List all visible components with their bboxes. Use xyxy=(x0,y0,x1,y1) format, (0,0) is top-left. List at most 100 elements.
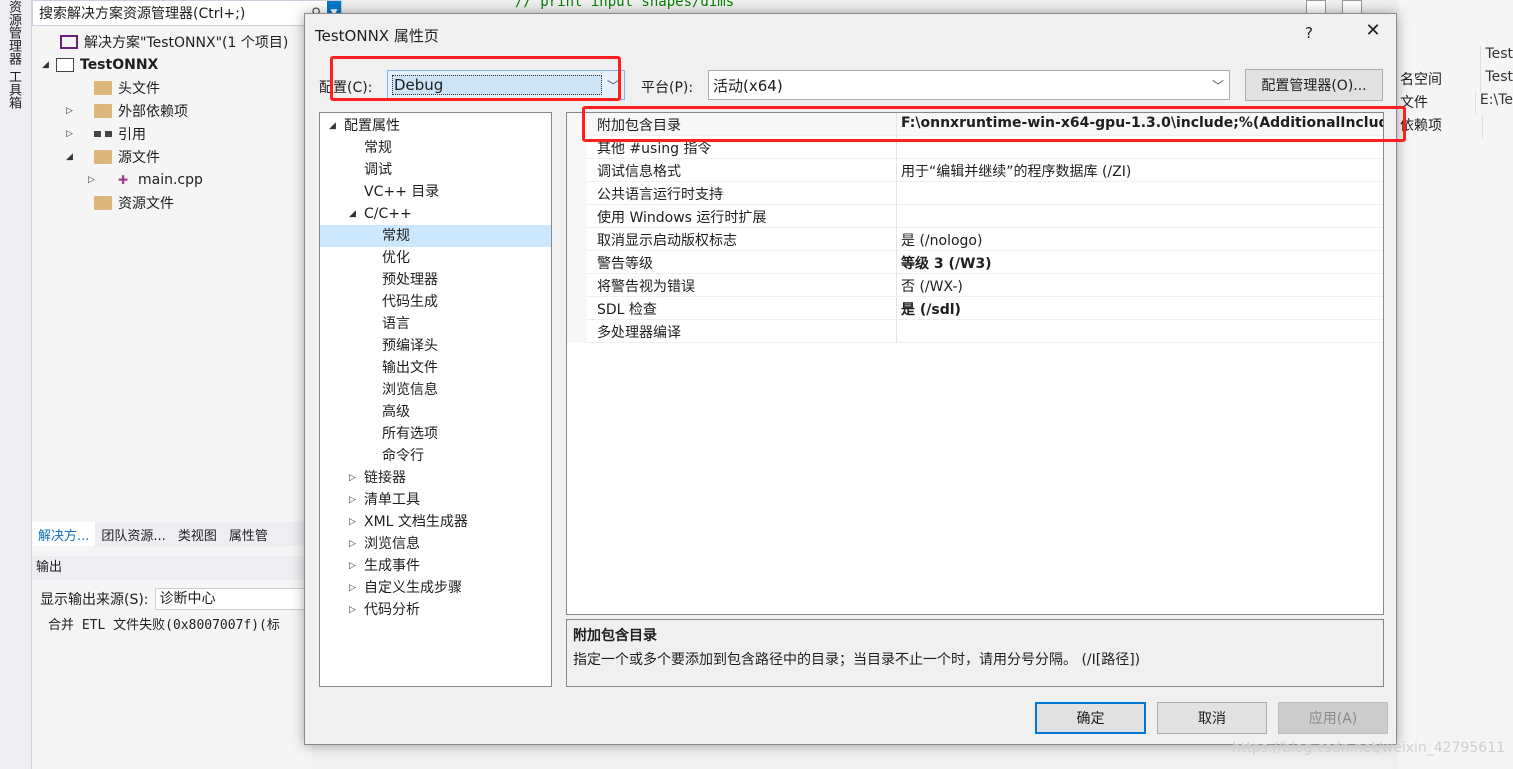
tree-node-label: 代码生成 xyxy=(382,294,438,310)
tree-node-label: 自定义生成步骤 xyxy=(364,580,462,596)
ok-button[interactable]: 确定 xyxy=(1035,702,1146,734)
tree-node[interactable]: 语言 xyxy=(320,313,551,335)
toolbar-button-icon[interactable] xyxy=(1306,0,1326,14)
tree-item-project[interactable]: ◢ TestONNX xyxy=(42,53,158,76)
tree-node[interactable]: ▷ 生成事件 xyxy=(320,555,551,577)
tab-class-view[interactable]: 类视图 xyxy=(172,522,223,546)
tab-property-manager[interactable]: 属性管 xyxy=(223,522,274,546)
tree-item-external-deps[interactable]: ▷ 外部依赖项 xyxy=(66,99,188,122)
tree-node[interactable]: 预处理器 xyxy=(320,269,551,291)
property-row[interactable]: 调试信息格式 用于“编辑并继续”的程序数据库 (/ZI) xyxy=(567,159,1383,182)
collapsed-arrow-icon[interactable]: ▷ xyxy=(66,106,94,116)
platform-select[interactable]: 活动(x64) ﹀ xyxy=(708,70,1230,100)
row-gutter xyxy=(567,274,587,297)
tree-node-label: 命令行 xyxy=(382,448,424,464)
tree-item-solution[interactable]: 解决方案"TestONNX"(1 个项目) xyxy=(46,30,288,53)
tree-node[interactable]: ▷ 浏览信息 xyxy=(320,533,551,555)
apply-button[interactable]: 应用(A) xyxy=(1278,702,1388,734)
collapsed-arrow-icon[interactable]: ▷ xyxy=(349,511,356,533)
tab-solution-explorer[interactable]: 解决方... xyxy=(32,522,96,546)
property-row[interactable]: 其他 #using 指令 xyxy=(567,136,1383,159)
collapsed-arrow-icon[interactable]: ▷ xyxy=(349,533,356,555)
toolbar-button-icon[interactable] xyxy=(1342,0,1362,14)
tree-node-label: VC++ 目录 xyxy=(364,184,440,200)
property-name: 警告等级 xyxy=(597,256,653,272)
tree-node[interactable]: 高级 xyxy=(320,401,551,423)
config-manager-button[interactable]: 配置管理器(O)... xyxy=(1245,69,1383,101)
row-gutter xyxy=(567,113,587,136)
property-row[interactable]: SDL 检查 是 (/sdl) xyxy=(567,297,1383,320)
property-value[interactable]: 是 (/sdl) xyxy=(896,297,1383,320)
tree-item-references[interactable]: ▷ 引用 xyxy=(66,122,146,145)
row-gutter xyxy=(567,159,587,182)
tree-node[interactable]: ◢ C/C++ xyxy=(320,203,551,225)
tree-node[interactable]: ▷ 代码分析 xyxy=(320,599,551,621)
tree-node[interactable]: ▷ 清单工具 xyxy=(320,489,551,511)
property-value[interactable]: 否 (/WX-) xyxy=(896,274,1383,297)
output-source-select[interactable]: 诊断中心 xyxy=(154,588,305,610)
expanded-arrow-icon[interactable]: ◢ xyxy=(329,115,336,137)
tree-item-source-files[interactable]: ◢ 源文件 xyxy=(66,145,160,168)
output-line: 合并 ETL 文件失败(0x8007007f)(标 xyxy=(48,618,280,633)
property-value[interactable]: 用于“编辑并继续”的程序数据库 (/ZI) xyxy=(896,159,1383,182)
toolbox-vtab[interactable]: 工具箱 xyxy=(4,70,23,109)
tree-node-label: 浏览信息 xyxy=(364,536,420,552)
cpp-file-icon: ✚ xyxy=(117,172,129,187)
tree-node[interactable]: 命令行 xyxy=(320,445,551,467)
property-value[interactable] xyxy=(896,136,1383,159)
help-button[interactable]: ? xyxy=(1305,24,1313,42)
collapsed-arrow-icon[interactable]: ▷ xyxy=(66,129,94,139)
property-value[interactable] xyxy=(896,205,1383,228)
expanded-arrow-icon[interactable]: ◢ xyxy=(42,60,56,70)
property-value[interactable] xyxy=(896,320,1383,343)
property-value[interactable] xyxy=(896,182,1383,205)
tree-node[interactable]: 常规 xyxy=(320,137,551,159)
tree-item-main-cpp[interactable]: ▷ ✚ main.cpp xyxy=(88,168,203,191)
property-row[interactable]: 附加包含目录 F:\onnxruntime-win-x64-gpu-1.3.0\i… xyxy=(567,113,1383,136)
collapsed-arrow-icon[interactable]: ▷ xyxy=(349,467,356,489)
config-select[interactable]: Debug ﹀ xyxy=(387,70,625,100)
tree-node[interactable]: 优化 xyxy=(320,247,551,269)
property-row[interactable]: 取消显示启动版权标志 是 (/nologo) xyxy=(567,228,1383,251)
tree-node[interactable]: ◢ 配置属性 xyxy=(320,115,551,137)
solution-search-input[interactable]: 搜索解决方案资源管理器(Ctrl+;) xyxy=(33,3,305,23)
tree-node[interactable]: 预编译头 xyxy=(320,335,551,357)
property-row[interactable]: 将警告视为错误 否 (/WX-) xyxy=(567,274,1383,297)
expanded-arrow-icon[interactable]: ◢ xyxy=(349,203,356,225)
property-value[interactable]: F:\onnxruntime-win-x64-gpu-1.3.0\include… xyxy=(896,113,1383,136)
description-text: 指定一个或多个要添加到包含路径中的目录；当目录不止一个时，请用分号分隔。 (/I… xyxy=(573,652,1141,668)
property-row[interactable]: 警告等级 等级 3 (/W3) xyxy=(567,251,1383,274)
tree-node[interactable]: 代码生成 xyxy=(320,291,551,313)
tree-node[interactable]: 输出文件 xyxy=(320,357,551,379)
property-row[interactable]: 多处理器编译 xyxy=(567,320,1383,343)
tree-node[interactable]: 调试 xyxy=(320,159,551,181)
solution-explorer-vtab[interactable]: 资源管理器 xyxy=(4,0,23,65)
tree-node[interactable]: VC++ 目录 xyxy=(320,181,551,203)
collapsed-arrow-icon[interactable]: ▷ xyxy=(88,175,114,185)
property-value[interactable]: 等级 3 (/W3) xyxy=(896,251,1383,274)
expanded-arrow-icon[interactable]: ◢ xyxy=(66,152,94,162)
solution-search[interactable]: 搜索解决方案资源管理器(Ctrl+;) ⚲ ▼ xyxy=(32,0,342,26)
tree-node[interactable]: 常规 xyxy=(320,225,551,247)
tree-item-headers[interactable]: 头文件 xyxy=(80,76,160,99)
tree-node[interactable]: 所有选项 xyxy=(320,423,551,445)
tree-node[interactable]: ▷ 自定义生成步骤 xyxy=(320,577,551,599)
cancel-button[interactable]: 取消 xyxy=(1157,702,1267,734)
tree-node[interactable]: 浏览信息 xyxy=(320,379,551,401)
collapsed-arrow-icon[interactable]: ▷ xyxy=(349,555,356,577)
collapsed-arrow-icon[interactable]: ▷ xyxy=(349,489,356,511)
property-row[interactable]: 公共语言运行时支持 xyxy=(567,182,1383,205)
tree-node[interactable]: ▷ 链接器 xyxy=(320,467,551,489)
prop-row: 依赖项 xyxy=(1398,115,1513,138)
property-value[interactable]: 是 (/nologo) xyxy=(896,228,1383,251)
tab-team-explorer[interactable]: 团队资源... xyxy=(95,522,171,546)
property-row[interactable]: 使用 Windows 运行时扩展 xyxy=(567,205,1383,228)
collapsed-arrow-icon[interactable]: ▷ xyxy=(349,577,356,599)
chevron-down-icon: ﹀ xyxy=(1211,78,1224,93)
tree-node[interactable]: ▷ XML 文档生成器 xyxy=(320,511,551,533)
watermark: https://blog.csdn.net/weixin_42795611 xyxy=(1232,740,1506,756)
close-icon[interactable]: ✕ xyxy=(1361,20,1385,41)
tree-item-resources[interactable]: 资源文件 xyxy=(80,191,174,214)
collapsed-arrow-icon[interactable]: ▷ xyxy=(349,599,356,621)
property-name: 调试信息格式 xyxy=(597,164,681,180)
